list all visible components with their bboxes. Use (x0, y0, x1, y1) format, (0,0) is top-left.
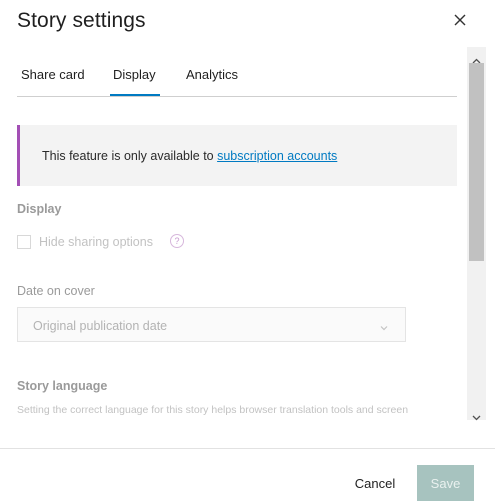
hide-sharing-options-label: Hide sharing options (39, 235, 153, 249)
dialog-footer: Cancel Save (0, 448, 495, 501)
tab-bar: Share card Display Analytics (17, 55, 457, 97)
date-on-cover-label: Date on cover (17, 284, 95, 298)
scroll-up-icon[interactable] (472, 51, 481, 64)
display-section-title: Display (17, 202, 62, 216)
cancel-button[interactable]: Cancel (344, 466, 406, 501)
tab-display[interactable]: Display (113, 67, 156, 82)
settings-content: This feature is only available to subscr… (0, 97, 467, 420)
scroll-down-icon[interactable] (472, 408, 481, 421)
active-tab-indicator (110, 94, 160, 96)
notice-message: This feature is only available to (42, 149, 218, 163)
hide-sharing-options-checkbox[interactable] (17, 235, 31, 249)
story-language-description: Setting the correct language for this st… (17, 404, 409, 416)
date-on-cover-value: Original publication date (33, 319, 168, 333)
tab-share-card[interactable]: Share card (21, 67, 85, 82)
tab-analytics[interactable]: Analytics (186, 67, 238, 82)
date-on-cover-select[interactable]: Original publication date (17, 307, 406, 342)
save-button[interactable]: Save (417, 465, 474, 501)
subscription-notice: This feature is only available to subscr… (17, 125, 457, 186)
story-language-title: Story language (17, 379, 108, 393)
scrollbar[interactable] (467, 47, 486, 421)
close-icon[interactable] (450, 10, 470, 30)
subscription-accounts-link[interactable]: subscription accounts (217, 149, 337, 163)
question-icon[interactable]: ? (170, 234, 184, 248)
chevron-down-icon (379, 320, 389, 331)
story-settings-dialog: Story settings Share card Display Analyt… (0, 0, 495, 501)
scrollbar-thumb[interactable] (469, 63, 484, 261)
notice-text: This feature is only available to subscr… (42, 149, 337, 163)
dialog-title: Story settings (17, 9, 146, 32)
